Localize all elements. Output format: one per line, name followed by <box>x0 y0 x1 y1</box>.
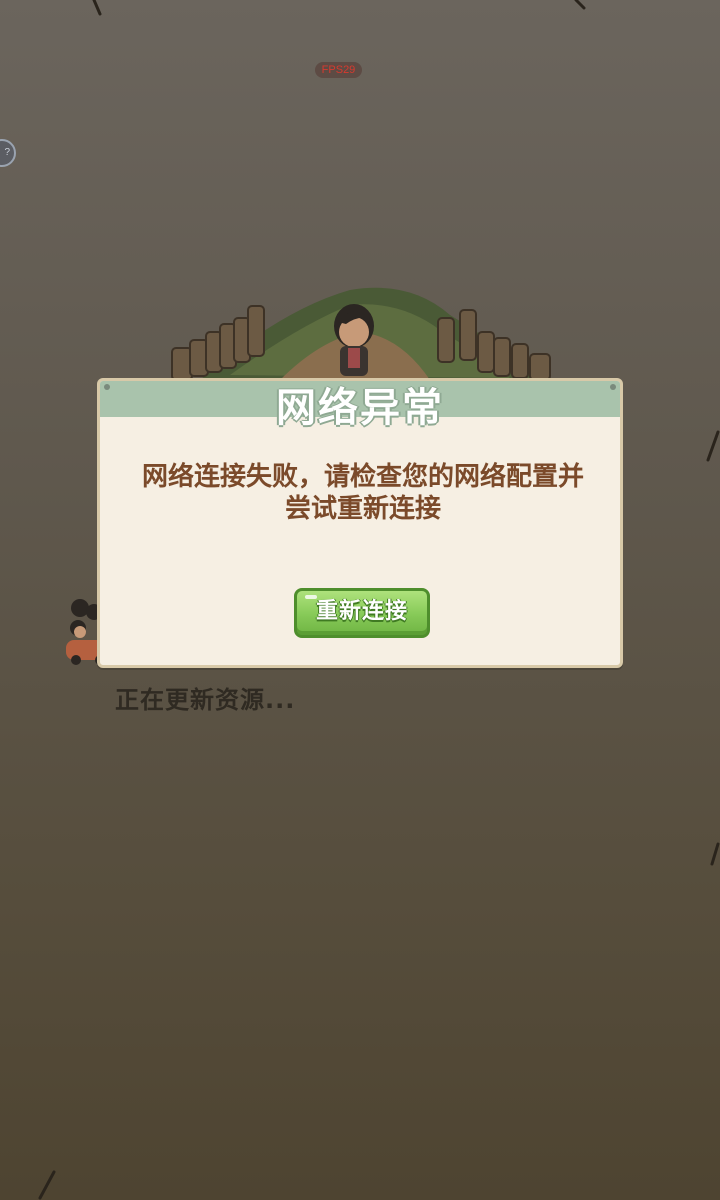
dialog-header: 网络异常 <box>100 381 620 431</box>
scratch-bottom-left <box>38 1170 56 1200</box>
game-scene: FPS29 ? 正在更新资源... 网络异常 网络连接失败，请检查您的网络配置并… <box>0 0 720 1200</box>
button-shine-icon <box>305 595 317 599</box>
player-character-icon <box>334 304 374 376</box>
reconnect-button[interactable]: 重新连接 <box>294 588 430 638</box>
dialog-title: 网络异常 <box>276 385 444 431</box>
loading-status-text: 正在更新资源... <box>115 686 296 714</box>
scratch-top-left <box>92 0 102 16</box>
fps-counter: FPS29 <box>315 62 362 78</box>
scratch-right-mid <box>706 430 720 462</box>
floating-menu-button[interactable]: ? <box>0 139 16 167</box>
scratch-top-right <box>574 0 586 10</box>
scratch-right-low <box>710 842 720 866</box>
island-scene-illustration <box>171 287 551 381</box>
reconnect-button-label: 重新连接 <box>315 599 408 624</box>
network-error-dialog: 网络异常 网络连接失败，请检查您的网络配置并尝试重新连接 重新连接 <box>97 378 623 668</box>
dialog-message: 网络连接失败，请检查您的网络配置并尝试重新连接 <box>141 462 584 524</box>
